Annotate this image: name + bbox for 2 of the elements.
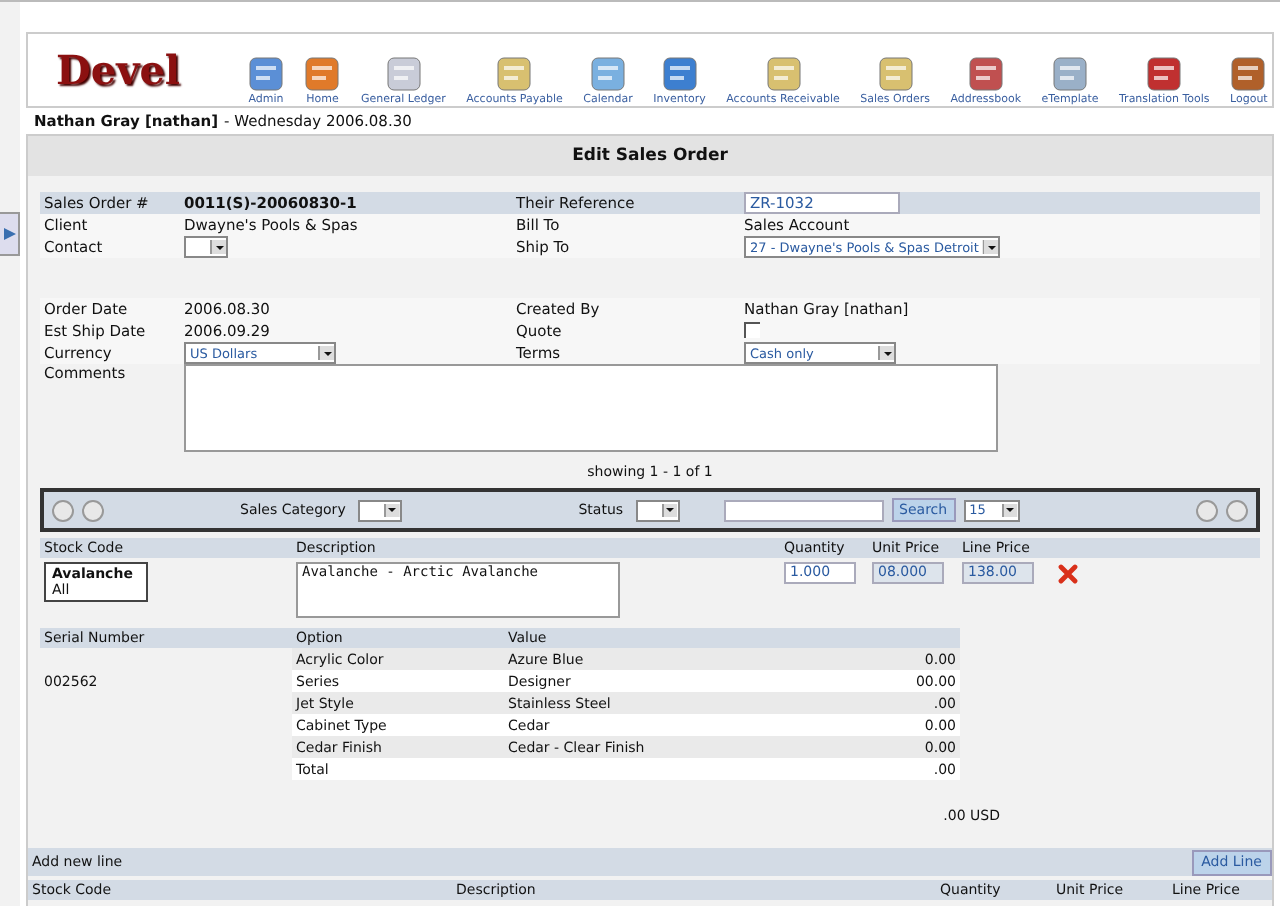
logo: Devel bbox=[54, 46, 183, 94]
panel-title: Edit Sales Order bbox=[28, 136, 1272, 176]
